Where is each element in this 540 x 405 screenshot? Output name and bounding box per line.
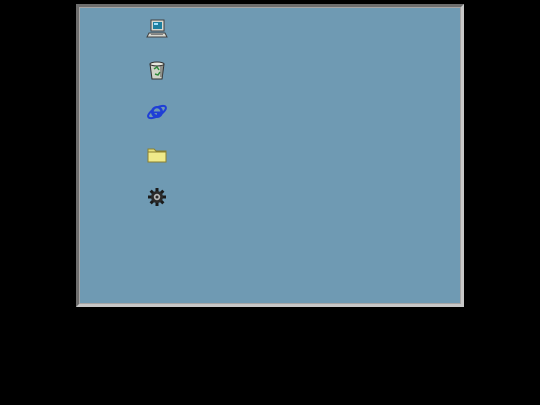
screen: [0, 0, 540, 405]
desktop-area[interactable]: [80, 8, 460, 303]
internet-explorer-icon[interactable]: [146, 101, 168, 123]
folder-icon[interactable]: [146, 143, 168, 165]
recycle-bin-icon[interactable]: [146, 59, 168, 81]
settings-gear-icon[interactable]: [146, 186, 168, 208]
my-computer-icon[interactable]: [146, 18, 168, 40]
